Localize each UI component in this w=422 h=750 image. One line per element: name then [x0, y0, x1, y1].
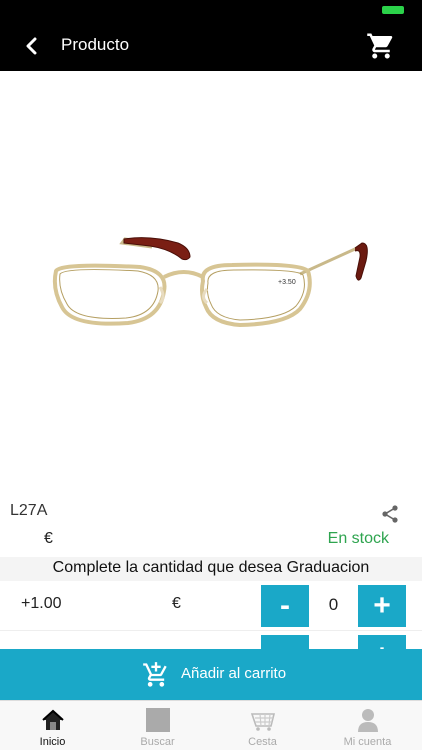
share-button[interactable] — [380, 504, 400, 524]
cart-button[interactable] — [366, 31, 396, 61]
share-icon — [382, 505, 398, 523]
battery-icon — [382, 6, 404, 14]
quantity-value: 0 — [328, 595, 339, 614]
product-sku: L27A — [10, 502, 48, 519]
navigation-bar: Producto — [0, 20, 422, 71]
product-image[interactable]: +3.50 — [0, 71, 422, 496]
row-price: € — [172, 595, 181, 612]
increase-quantity-button[interactable]: + — [358, 585, 406, 627]
add-to-cart-button[interactable]: Añadir al carrito — [0, 649, 422, 700]
status-bar — [0, 0, 422, 20]
add-cart-icon — [143, 662, 167, 687]
tab-label: Inicio — [39, 736, 66, 748]
tab-cesta[interactable]: Cesta — [210, 701, 315, 750]
tab-label: Buscar — [140, 736, 175, 748]
product-price: € — [44, 530, 53, 547]
graduation-header: Complete la cantidad que desea Graduacio… — [0, 557, 422, 581]
search-icon — [145, 708, 170, 732]
graduation-row: +1.00 € - 0 + — [0, 582, 422, 631]
account-icon — [357, 709, 378, 732]
decrease-quantity-button[interactable]: - — [261, 585, 309, 627]
graduation-value: +1.00 — [21, 595, 62, 612]
tab-label: Cesta — [248, 736, 277, 748]
tab-label: Mi cuenta — [343, 736, 392, 748]
chevron-left-icon — [26, 37, 37, 55]
tab-inicio[interactable]: Inicio — [0, 701, 105, 750]
home-icon — [41, 709, 64, 730]
tab-mi-cuenta[interactable]: Mi cuenta — [315, 701, 420, 750]
reading-glasses-image: +3.50 — [52, 237, 368, 328]
tab-bar: Inicio Buscar Cesta Mi cuenta — [0, 700, 422, 750]
basket-icon — [250, 713, 275, 731]
back-button[interactable] — [18, 33, 44, 59]
stock-status: En stock — [327, 530, 389, 547]
add-to-cart-label: Añadir al carrito — [181, 665, 287, 682]
page-title: Producto — [61, 35, 130, 54]
lens-power-label: +3.50 — [278, 279, 296, 286]
tab-buscar[interactable]: Buscar — [105, 701, 210, 750]
cart-icon — [367, 33, 393, 59]
